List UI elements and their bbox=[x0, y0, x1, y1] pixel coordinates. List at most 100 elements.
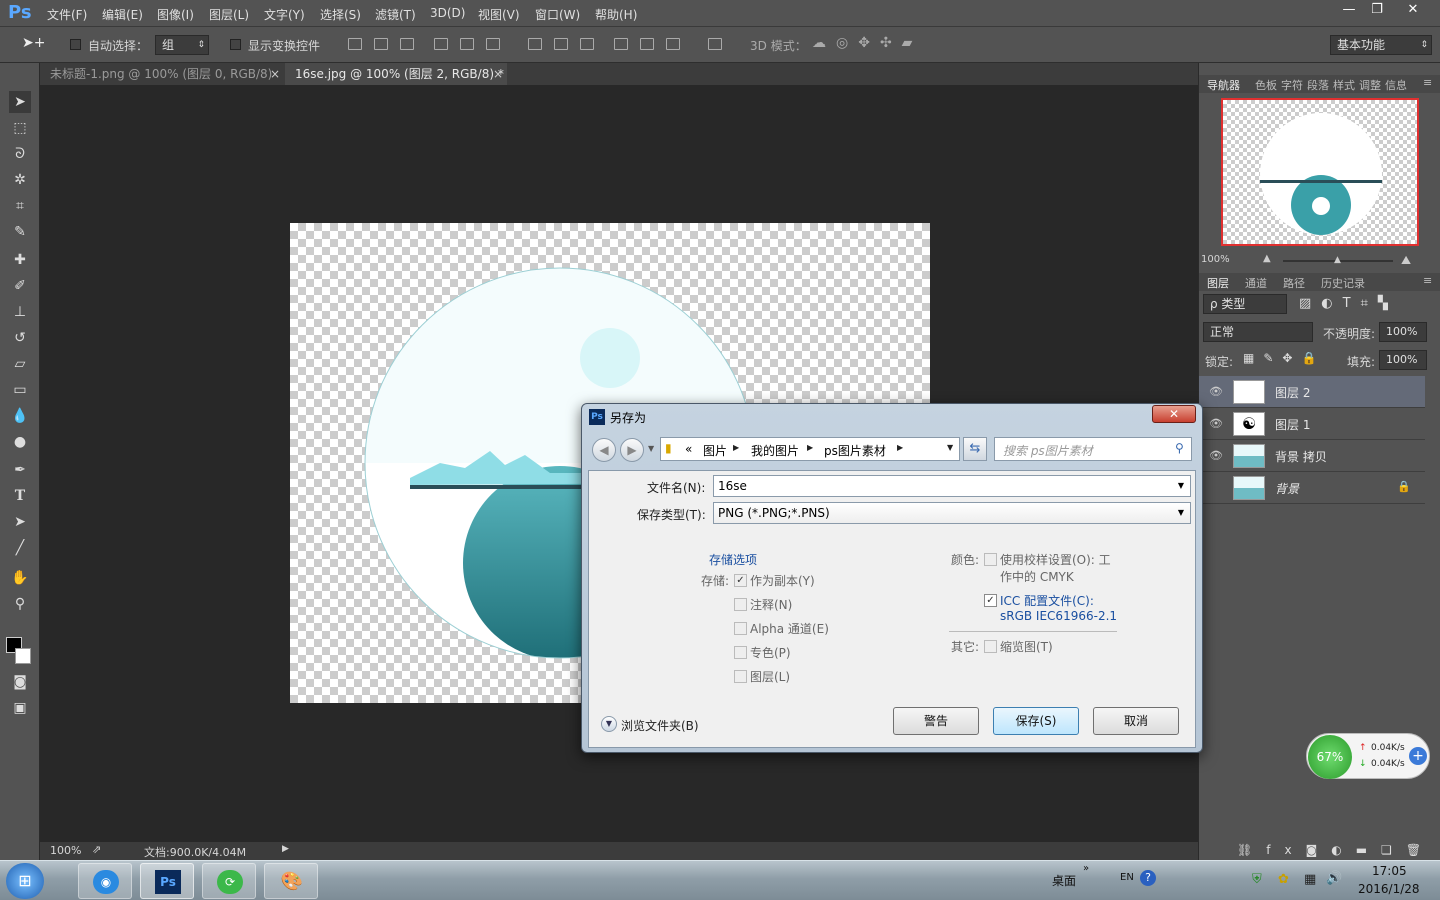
background-color-swatch[interactable] bbox=[15, 648, 31, 664]
lasso-tool-icon[interactable]: ᘐ bbox=[9, 143, 31, 165]
help-icon[interactable]: ? bbox=[1140, 870, 1156, 886]
align-left-icon[interactable] bbox=[434, 38, 448, 50]
quick-mask-icon[interactable]: ◙ bbox=[9, 671, 31, 693]
minimize-button[interactable]: — bbox=[1334, 0, 1364, 20]
visibility-eye-icon[interactable]: 👁 bbox=[1209, 385, 1223, 398]
eyedropper-tool-icon[interactable]: ✎ bbox=[9, 221, 31, 243]
notes-checkbox[interactable] bbox=[734, 598, 747, 611]
layer-filter-dropdown[interactable]: ρ 类型 bbox=[1203, 294, 1287, 314]
address-bar[interactable]: ▮ « 图片 ▶ 我的图片 ▶ ps图片素材 ▶ ▼ bbox=[660, 437, 960, 461]
refresh-icon[interactable]: ⇆ bbox=[963, 437, 987, 461]
address-dropdown-icon[interactable]: ▼ bbox=[947, 443, 953, 452]
tab-character[interactable]: 字符 bbox=[1281, 77, 1303, 93]
tab-navigator[interactable]: 导航器 bbox=[1207, 77, 1240, 93]
clock-date[interactable]: 2016/1/28 bbox=[1358, 882, 1420, 896]
auto-select-checkbox[interactable] bbox=[70, 39, 81, 50]
align-hcenter-icon[interactable] bbox=[460, 38, 474, 50]
auto-align-icon[interactable] bbox=[708, 38, 722, 50]
tab-layers[interactable]: 图层 bbox=[1207, 275, 1229, 291]
hand-tool-icon[interactable]: ✋ bbox=[9, 567, 31, 589]
path-select-tool-icon[interactable]: ➤ bbox=[9, 511, 31, 533]
network-icon[interactable]: ▦ bbox=[1304, 872, 1316, 887]
blend-mode-dropdown[interactable]: 正常 bbox=[1203, 322, 1313, 342]
fill-input[interactable]: 100% bbox=[1379, 350, 1427, 370]
layer-row-layer1[interactable]: 👁 ☯ 图层 1 bbox=[1199, 408, 1425, 440]
volume-icon[interactable]: 🔊 bbox=[1326, 871, 1342, 886]
menu-view[interactable]: 视图(V) bbox=[478, 6, 520, 23]
workspace-dropdown[interactable]: 基本功能 ⇕ bbox=[1330, 35, 1432, 55]
marquee-tool-icon[interactable]: ⬚ bbox=[9, 117, 31, 139]
browse-folders-toggle[interactable]: 浏览文件夹(B) bbox=[621, 717, 699, 734]
distribute-vcenter-icon[interactable] bbox=[554, 38, 568, 50]
tab-info[interactable]: 信息 bbox=[1385, 77, 1407, 93]
dropdown-arrow-icon[interactable]: ▼ bbox=[1178, 503, 1184, 523]
menu-select[interactable]: 选择(S) bbox=[320, 6, 361, 23]
tab-history[interactable]: 历史记录 bbox=[1321, 275, 1365, 291]
filetype-select[interactable]: PNG (*.PNG;*.PNS) ▼ bbox=[713, 502, 1191, 524]
layer-filter-icons[interactable]: ▨◐T⌗▚ bbox=[1299, 296, 1398, 311]
tab-paths[interactable]: 路径 bbox=[1283, 275, 1305, 291]
dialog-close-button[interactable]: ✕ bbox=[1152, 405, 1196, 423]
dodge-tool-icon[interactable]: ● bbox=[9, 431, 31, 453]
save-button[interactable]: 保存(S) bbox=[993, 707, 1079, 735]
visibility-eye-icon[interactable]: 👁 bbox=[1209, 449, 1223, 462]
layer-row-background-copy[interactable]: 👁 背景 拷贝 bbox=[1199, 440, 1425, 472]
zoom-level[interactable]: 100% bbox=[50, 844, 81, 857]
menu-help[interactable]: 帮助(H) bbox=[595, 6, 637, 23]
share-icon[interactable]: ⇗ bbox=[92, 843, 101, 856]
distribute-bottom-icon[interactable] bbox=[580, 38, 594, 50]
trash-icon[interactable]: 🗑 bbox=[1406, 843, 1435, 857]
align-top-icon[interactable] bbox=[348, 38, 362, 50]
layer-row-background[interactable]: 背景 🔒 bbox=[1199, 472, 1425, 504]
search-box[interactable]: 搜索 ps图片素材 ⚲ bbox=[994, 437, 1192, 461]
tab-untitled[interactable]: 未标题-1.png @ 100% (图层 0, RGB/8) × bbox=[40, 63, 284, 85]
dropdown-arrow-icon[interactable]: ▼ bbox=[1178, 476, 1184, 496]
healing-brush-tool-icon[interactable]: ✚ bbox=[9, 249, 31, 271]
menu-filter[interactable]: 滤镜(T) bbox=[375, 6, 416, 23]
back-button[interactable]: ◀ bbox=[592, 438, 616, 462]
navigator-zoom[interactable]: 100% bbox=[1201, 254, 1230, 265]
distribute-left-icon[interactable] bbox=[614, 38, 628, 50]
panel-menu-icon[interactable]: ≡ bbox=[1423, 274, 1432, 287]
menu-type[interactable]: 文字(Y) bbox=[264, 6, 305, 23]
icc-profile-checkbox[interactable]: ✓ bbox=[984, 594, 997, 607]
visibility-eye-icon[interactable]: 👁 bbox=[1209, 417, 1223, 430]
menu-file[interactable]: 文件(F) bbox=[47, 6, 87, 23]
eraser-tool-icon[interactable]: ▱ bbox=[9, 353, 31, 375]
brush-tool-icon[interactable]: ✐ bbox=[9, 275, 31, 297]
filename-input[interactable]: 16se ▼ bbox=[713, 475, 1191, 497]
warning-button[interactable]: 警告 bbox=[893, 707, 979, 735]
tab-swatches[interactable]: 色板 bbox=[1255, 77, 1277, 93]
move-tool-icon[interactable]: ➤ bbox=[9, 91, 31, 113]
close-window-button[interactable]: ✕ bbox=[1398, 0, 1428, 20]
alpha-checkbox[interactable] bbox=[734, 622, 747, 635]
history-brush-tool-icon[interactable]: ↺ bbox=[9, 327, 31, 349]
add-icon[interactable]: + bbox=[1409, 747, 1427, 765]
distribute-right-icon[interactable] bbox=[666, 38, 680, 50]
forward-button[interactable]: ▶ bbox=[620, 438, 644, 462]
lock-icons[interactable]: ▦✎✥🔒 bbox=[1243, 351, 1325, 365]
desktop-toolbar-label[interactable]: 桌面 bbox=[1052, 872, 1076, 889]
adjustment-icon[interactable]: ◐ bbox=[1331, 843, 1355, 857]
tray-app-icon[interactable]: ✿ bbox=[1278, 872, 1289, 887]
zoom-tool-icon[interactable]: ⚲ bbox=[9, 593, 31, 615]
tab-paragraph[interactable]: 段落 bbox=[1307, 77, 1329, 93]
path-pictures[interactable]: 图片 bbox=[703, 442, 727, 459]
align-right-icon[interactable] bbox=[486, 38, 500, 50]
menu-layer[interactable]: 图层(L) bbox=[209, 6, 249, 23]
spot-color-checkbox[interactable] bbox=[734, 646, 747, 659]
as-copy-checkbox[interactable]: ✓ bbox=[734, 574, 747, 587]
close-tab-icon[interactable]: × bbox=[493, 63, 503, 85]
path-ps-material[interactable]: ps图片素材 bbox=[824, 442, 886, 459]
align-bottom-icon[interactable] bbox=[400, 38, 414, 50]
status-menu-arrow-icon[interactable]: ▶ bbox=[282, 844, 289, 854]
network-speed-widget[interactable]: 67% ↑ 0.04K/s ↓ 0.04K/s + bbox=[1306, 733, 1430, 779]
type-tool-icon[interactable]: T bbox=[9, 485, 31, 507]
new-layer-icon[interactable]: ❏ bbox=[1381, 843, 1406, 857]
history-dropdown-icon[interactable]: ▼ bbox=[648, 444, 654, 453]
path-overflow[interactable]: « bbox=[685, 442, 692, 456]
navigator-preview[interactable] bbox=[1221, 98, 1419, 246]
menu-window[interactable]: 窗口(W) bbox=[535, 6, 580, 23]
cancel-button[interactable]: 取消 bbox=[1093, 707, 1179, 735]
path-my-pictures[interactable]: 我的图片 bbox=[751, 442, 799, 459]
